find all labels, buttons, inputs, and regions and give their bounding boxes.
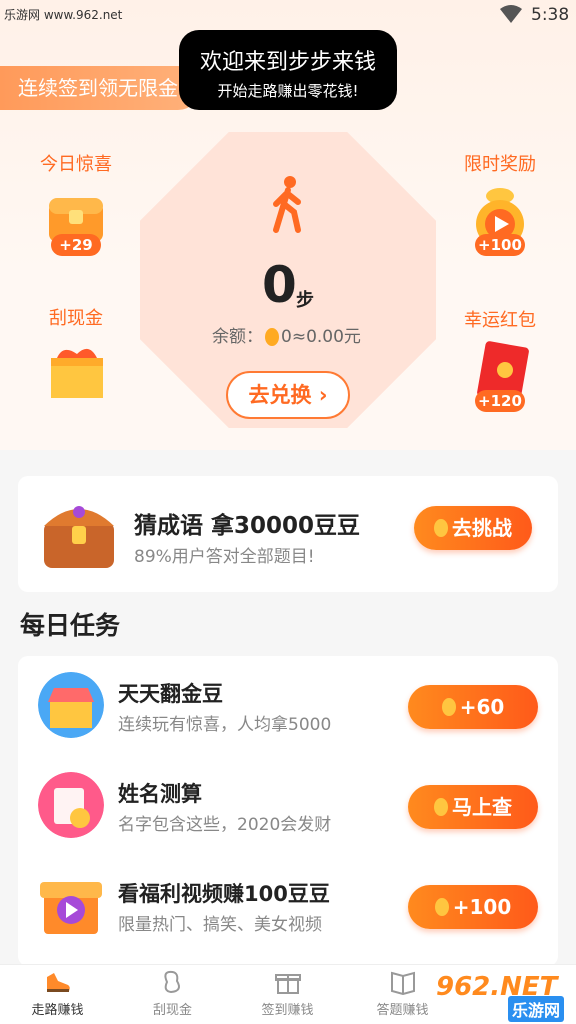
watermark-site-name: 乐游网 (508, 996, 565, 1022)
task-row-watch-video[interactable]: 看福利视频赚100豆豆 限量热门、搞笑、美女视频 +100 (18, 856, 558, 956)
clock: 5:38 (531, 5, 570, 25)
bean-icon (441, 698, 456, 716)
quiz-title: 猜成语 拿30000豆豆 (134, 513, 361, 539)
exchange-button-label: 去兑换 (248, 383, 312, 407)
side-item-label: 限时奖励 (464, 154, 536, 175)
task-button-label: 马上查 (452, 795, 512, 819)
quiz-subtitle: 89%用户答对全部题目! (134, 547, 315, 567)
task-title: 看福利视频赚100豆豆 (118, 882, 330, 906)
red-packet-icon: +120 (467, 340, 533, 412)
task-button-label: +100 (452, 895, 512, 919)
task-subtitle: 限量热门、搞笑、美女视频 (118, 915, 322, 935)
challenge-button[interactable]: 去挑战 (414, 506, 532, 550)
site-watermark-text: 乐游网 www.962.net (4, 8, 123, 22)
task-title: 姓名测算 (118, 782, 202, 806)
side-item-badge: +29 (51, 234, 101, 256)
side-item-badge: +120 (475, 390, 525, 412)
task-reward-button[interactable]: +60 (408, 685, 538, 729)
side-item-label: 今日惊喜 (40, 154, 112, 175)
coin-envelope-icon (38, 772, 104, 838)
side-item-label: 幸运红包 (464, 310, 536, 331)
video-reward-icon: +100 (467, 184, 533, 256)
nav-signin-earn[interactable]: 签到赚钱 (230, 969, 345, 1018)
task-button-label: +60 (459, 695, 505, 719)
gift-icon (274, 974, 301, 994)
balance-value: ≈0.00元 (291, 327, 361, 347)
task-row-flip-beans[interactable]: 天天翻金豆 连续玩有惊喜，人均拿5000 +60 (18, 656, 558, 756)
nav-walk-earn[interactable]: 走路赚钱 (0, 969, 115, 1018)
task-row-name-reading[interactable]: 姓名测算 名字包含这些，2020会发财 马上查 (18, 756, 558, 856)
bean-icon (265, 328, 279, 346)
task-subtitle: 连续玩有惊喜，人均拿5000 (118, 715, 332, 735)
step-unit: 步 (296, 290, 314, 311)
welcome-toast: 欢迎来到步步来钱 开始走路赚出零花钱! (179, 30, 397, 110)
idiom-quiz-card[interactable]: 猜成语 拿30000豆豆 89%用户答对全部题目! 去挑战 (18, 476, 558, 592)
side-item-limited-reward[interactable]: 限时奖励 +100 (455, 150, 545, 256)
nav-scratch-cash[interactable]: 刮现金 (115, 969, 230, 1018)
challenge-button-label: 去挑战 (452, 516, 512, 540)
side-item-today-surprise[interactable]: 今日惊喜 +29 (36, 150, 116, 256)
side-item-lucky-red-packet[interactable]: 幸运红包 +120 (455, 306, 545, 412)
task-reward-button[interactable]: +100 (408, 885, 538, 929)
toast-subtitle: 开始走路赚出零花钱! (217, 82, 359, 100)
gift-box-graphic (51, 348, 103, 398)
task-title: 天天翻金豆 (118, 682, 223, 706)
nav-label: 签到赚钱 (261, 1003, 314, 1018)
gift-box-icon (43, 338, 109, 404)
step-count: 0 (262, 256, 297, 314)
side-item-label: 刮现金 (49, 308, 103, 329)
video-gift-box-icon (40, 882, 102, 934)
toast-title: 欢迎来到步步来钱 (199, 50, 376, 75)
balance-beans: 0 (281, 327, 292, 347)
shoe-icon (46, 973, 70, 992)
balance-label: 余额： (212, 327, 263, 347)
bean-icon (434, 519, 448, 537)
task-subtitle: 名字包含这些，2020会发财 (118, 815, 332, 835)
signin-banner[interactable]: 连续签到领无限金 (0, 66, 200, 110)
treasure-chest-icon (44, 506, 114, 568)
bean-icon (434, 898, 449, 916)
bean-outline-icon (163, 970, 180, 994)
book-icon (390, 971, 415, 995)
wifi-icon (500, 5, 522, 23)
task-check-button[interactable]: 马上查 (408, 785, 538, 829)
shop-stall-icon (38, 672, 104, 738)
nav-label: 走路赚钱 (31, 1003, 84, 1018)
walking-person-icon (273, 176, 301, 233)
nav-label: 刮现金 (152, 1003, 192, 1018)
daily-tasks-card: 天天翻金豆 连续玩有惊喜，人均拿5000 +60 姓名测算 名字包含这些，202… (18, 656, 558, 966)
daily-tasks-title: 每日任务 (20, 611, 121, 640)
side-item-badge: +100 (475, 234, 525, 256)
exchange-button[interactable]: 去兑换 › (226, 371, 350, 419)
side-item-scratch-cash[interactable]: 刮现金 (36, 304, 116, 404)
balance-line: 余额： 0≈0.00元 (212, 322, 361, 347)
site-watermark-logo: 962.NET 乐游网 (436, 972, 576, 1024)
bean-icon (434, 798, 448, 816)
treasure-chest-icon: +29 (43, 184, 109, 256)
status-bar: 乐游网 www.962.net 5:38 (0, 0, 576, 30)
